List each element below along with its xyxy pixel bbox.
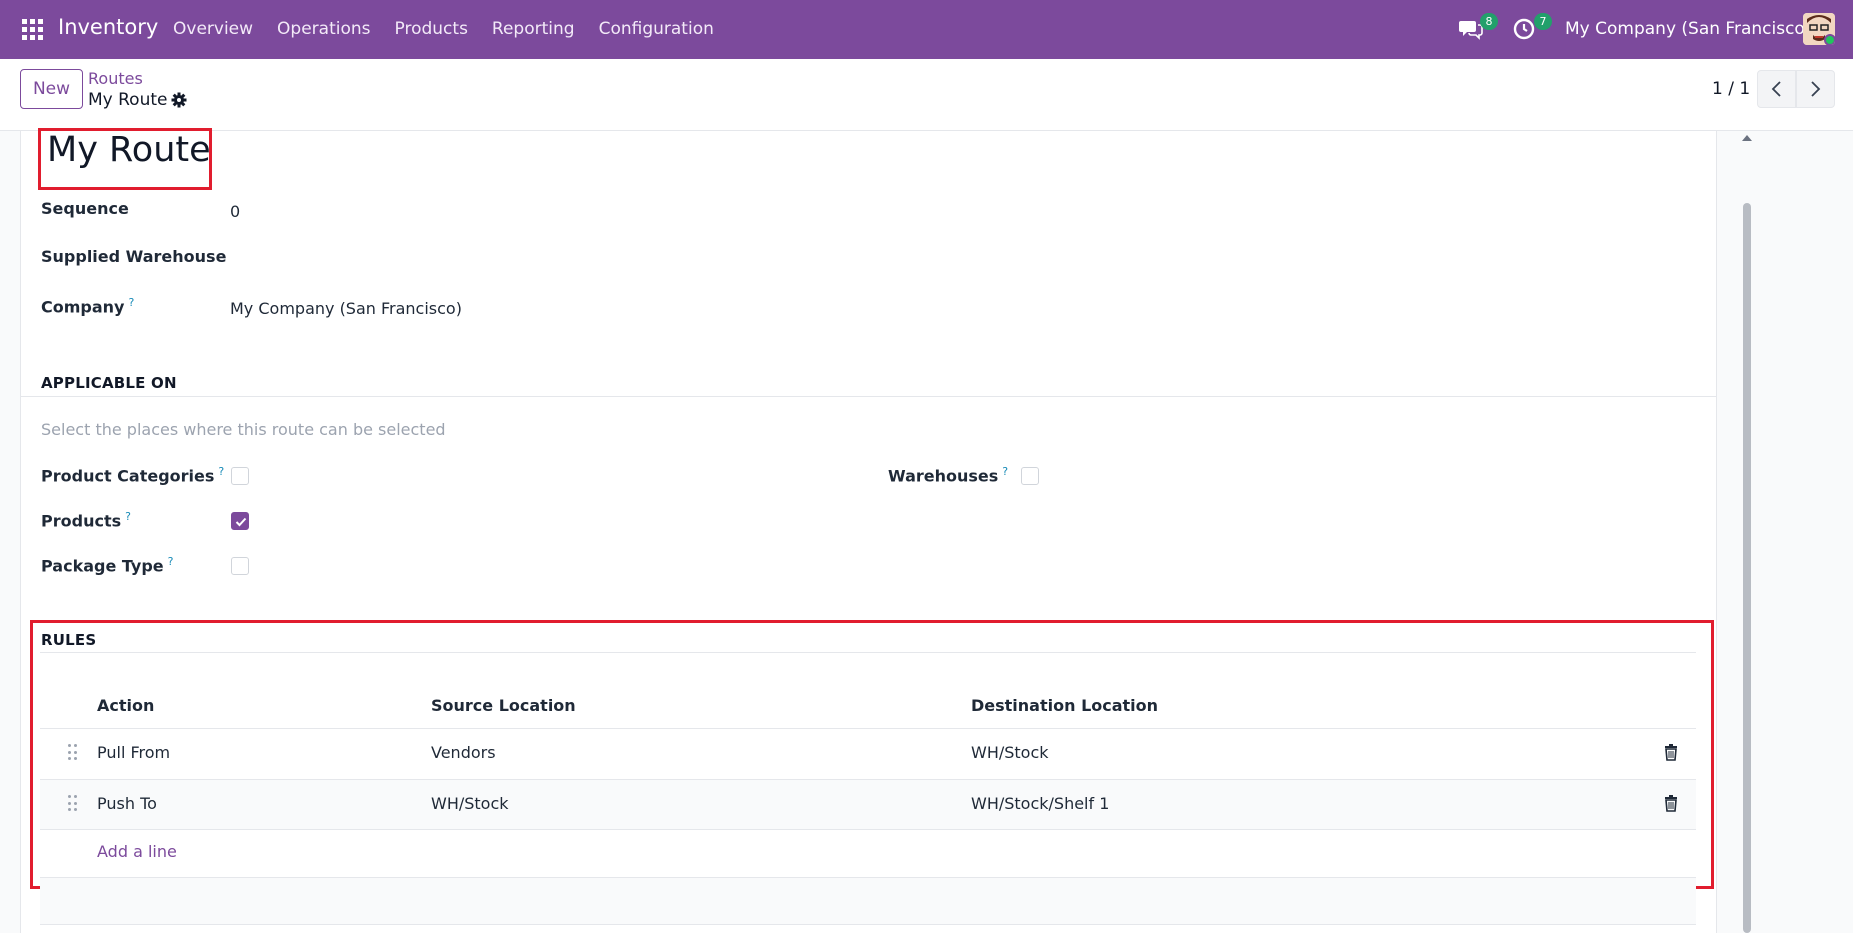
products-label: Products? (41, 510, 131, 530)
applicable-hint: Select the places where this route can b… (41, 420, 446, 439)
route-name-field[interactable]: My Route (47, 130, 211, 170)
products-checkbox[interactable] (231, 512, 249, 530)
menu-configuration[interactable]: Configuration (599, 19, 714, 39)
products-help-icon[interactable]: ? (125, 510, 131, 523)
package-type-label-text: Package Type (41, 556, 164, 576)
rule-source-cell[interactable]: WH/Stock (431, 794, 509, 813)
pager-previous-button[interactable] (1757, 70, 1796, 108)
menu-reporting[interactable]: Reporting (492, 19, 575, 39)
user-avatar[interactable] (1803, 13, 1835, 45)
menu-overview[interactable]: Overview (173, 19, 253, 39)
gear-icon[interactable] (171, 92, 187, 108)
trash-icon[interactable] (1664, 795, 1678, 812)
rules-divider (40, 652, 1696, 653)
package-type-label: Package Type? (41, 555, 173, 575)
checkmark-icon (235, 517, 247, 527)
rule-destination-cell[interactable]: WH/Stock (971, 743, 1049, 762)
package-type-help-icon[interactable]: ? (168, 555, 174, 568)
new-button[interactable]: New (20, 69, 83, 109)
menu-operations[interactable]: Operations (277, 19, 370, 39)
product-categories-label-text: Product Categories (41, 466, 215, 486)
rows-bottom-divider (40, 829, 1696, 830)
sequence-field[interactable]: 0 (230, 202, 240, 221)
column-source-location[interactable]: Source Location (431, 696, 576, 715)
pager-next-button[interactable] (1796, 70, 1835, 108)
column-action[interactable]: Action (97, 696, 154, 715)
company-help-icon[interactable]: ? (128, 296, 134, 309)
trash-icon[interactable] (1664, 744, 1678, 761)
applicable-on-title: APPLICABLE ON (41, 374, 177, 392)
apps-grid-icon[interactable] (22, 19, 43, 40)
product-categories-checkbox[interactable] (231, 467, 249, 485)
online-status-dot (1824, 34, 1835, 45)
company-field[interactable]: My Company (San Francisco) (230, 299, 462, 318)
app-name[interactable]: Inventory (58, 15, 158, 39)
package-type-checkbox[interactable] (231, 557, 249, 575)
rule-destination-cell[interactable]: WH/Stock/Shelf 1 (971, 794, 1109, 813)
activities-button[interactable]: 7 (1512, 13, 1552, 44)
scroll-thumb[interactable] (1743, 203, 1751, 933)
scroll-up-arrow-icon[interactable] (1742, 135, 1752, 141)
rule-source-cell[interactable]: Vendors (431, 743, 496, 762)
control-panel: New Routes My Route 1 / 1 (0, 59, 1853, 131)
rule-action-cell[interactable]: Pull From (97, 743, 170, 762)
drag-handle-icon[interactable] (68, 795, 78, 813)
rules-title: RULES (41, 631, 97, 649)
messages-button[interactable]: 8 (1458, 13, 1498, 44)
company-switcher[interactable]: My Company (San Francisco) (1565, 19, 1811, 39)
top-navbar: Inventory Overview Operations Products R… (0, 0, 1853, 59)
supplied-warehouse-label: Supplied Warehouse (41, 247, 227, 266)
chevron-left-icon (1771, 81, 1781, 97)
warehouses-label-text: Warehouses (888, 466, 999, 486)
breadcrumb-routes[interactable]: Routes (88, 69, 143, 88)
warehouses-checkbox[interactable] (1021, 467, 1039, 485)
rule-action-cell[interactable]: Push To (97, 794, 157, 813)
add-a-line-link[interactable]: Add a line (97, 842, 177, 861)
scrollbar[interactable] (1739, 131, 1753, 933)
main-menu: Overview Operations Products Reporting C… (173, 19, 738, 39)
messages-badge: 8 (1480, 13, 1498, 30)
pager-value[interactable]: 1 / 1 (1712, 79, 1750, 99)
table-row[interactable]: Push To WH/Stock WH/Stock/Shelf 1 (40, 779, 1696, 829)
menu-products[interactable]: Products (395, 19, 468, 39)
list-footer (40, 877, 1696, 925)
breadcrumb-current: My Route (88, 90, 168, 110)
products-label-text: Products (41, 511, 122, 531)
column-destination-location[interactable]: Destination Location (971, 696, 1158, 715)
chevron-right-icon (1811, 81, 1821, 97)
applicable-divider (21, 396, 1716, 397)
company-label-text: Company (41, 297, 125, 317)
product-categories-help-icon[interactable]: ? (218, 465, 224, 478)
table-row[interactable]: Pull From Vendors WH/Stock (40, 728, 1696, 778)
activities-badge: 7 (1534, 13, 1552, 30)
warehouses-label: Warehouses? (888, 465, 1008, 485)
company-label: Company? (41, 296, 134, 316)
warehouses-help-icon[interactable]: ? (1002, 465, 1008, 478)
product-categories-label: Product Categories? (41, 465, 224, 485)
clock-icon (1513, 18, 1535, 40)
sequence-label: Sequence (41, 199, 129, 218)
drag-handle-icon[interactable] (68, 744, 78, 762)
